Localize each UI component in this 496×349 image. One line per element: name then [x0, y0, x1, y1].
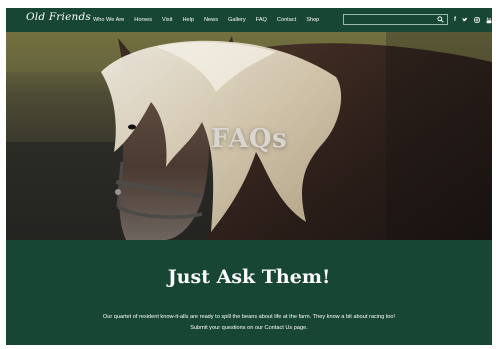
menu-item-visit[interactable]: Visit: [162, 17, 172, 23]
hero-title: FAQs: [210, 124, 288, 154]
intro-section: Just Ask Them! Our quartet of resident k…: [6, 240, 492, 345]
site-logo[interactable]: Old Friends: [26, 11, 91, 23]
menu-item-gallery[interactable]: Gallery: [228, 17, 246, 23]
search-box: [343, 14, 448, 32]
main-menu: Who We Are Horses Visit Help News Galler…: [93, 8, 329, 32]
twitter-icon[interactable]: [462, 17, 468, 23]
youtube-icon[interactable]: [486, 17, 492, 24]
menu-item-help[interactable]: Help: [182, 17, 194, 23]
menu-item-horses[interactable]: Horses: [134, 17, 152, 23]
description-line-1: Our quartet of resident know-it-alls are…: [102, 314, 396, 320]
instagram-icon[interactable]: [474, 17, 480, 23]
menu-item-who-we-are[interactable]: Who We Are: [93, 17, 124, 23]
menu-item-contact[interactable]: Contact: [277, 17, 296, 23]
section-description: Our quartet of resident know-it-alls are…: [46, 312, 452, 334]
menu-item-faq[interactable]: FAQ: [256, 17, 267, 23]
menu-item-shop[interactable]: Shop: [306, 17, 319, 23]
facebook-icon[interactable]: f: [454, 17, 456, 23]
hero-banner: FAQs: [6, 32, 492, 240]
top-navigation: Old Friends Who We Are Horses Visit Help…: [6, 8, 492, 32]
menu-item-news[interactable]: News: [204, 17, 218, 23]
search-input[interactable]: [344, 22, 436, 32]
social-links: f: [454, 8, 492, 32]
page-frame: Old Friends Who We Are Horses Visit Help…: [6, 8, 492, 345]
search-icon[interactable]: [437, 16, 444, 23]
section-heading: Just Ask Them!: [167, 266, 331, 288]
description-line-2: Submit your questions on our Contact Us …: [190, 325, 308, 331]
